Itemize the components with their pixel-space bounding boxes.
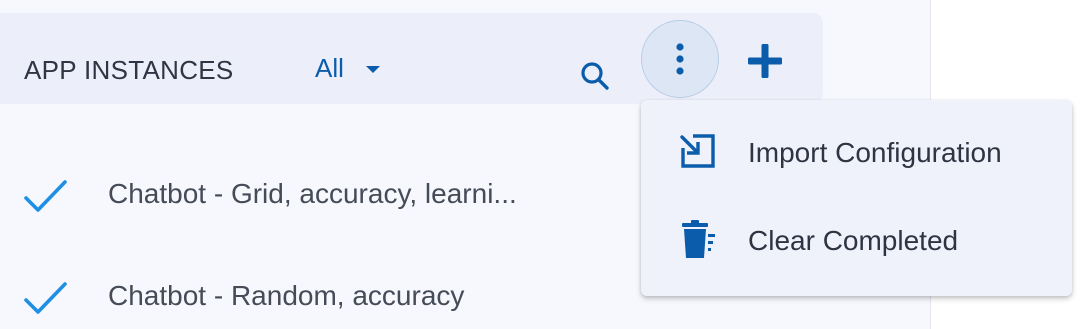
- add-icon: [748, 44, 782, 78]
- search-icon: [581, 62, 609, 90]
- instance-label: Chatbot - Random, accuracy: [108, 280, 465, 311]
- trash-icon: [682, 220, 715, 258]
- app-instances-page: APP INSTANCES All Chatbot - Grid, accura…: [0, 0, 1082, 329]
- menu-item-clear-completed[interactable]: Clear Completed: [641, 196, 1072, 284]
- filter-value: All: [315, 53, 344, 83]
- more-vert-icon: [676, 43, 684, 75]
- instance-row[interactable]: Chatbot - Grid, accuracy, learni...: [0, 164, 620, 224]
- menu-item-label: Clear Completed: [748, 225, 959, 256]
- check-icon: [24, 282, 67, 314]
- search-button[interactable]: [570, 51, 620, 101]
- instance-row[interactable]: Chatbot - Random, accuracy: [0, 266, 620, 326]
- check-icon: [24, 180, 67, 212]
- menu-item-import-configuration[interactable]: Import Configuration: [641, 108, 1072, 196]
- add-instance-button[interactable]: [740, 36, 790, 86]
- instance-label: Chatbot - Grid, accuracy, learni...: [108, 178, 517, 209]
- import-icon: [680, 134, 715, 168]
- page-title: APP INSTANCES: [24, 55, 234, 85]
- more-options-button[interactable]: [641, 20, 719, 98]
- options-menu: Import Configuration Clear Completed: [641, 100, 1072, 296]
- filter-dropdown[interactable]: All: [315, 53, 380, 84]
- chevron-down-icon: [365, 66, 380, 73]
- menu-item-label: Import Configuration: [748, 137, 1002, 168]
